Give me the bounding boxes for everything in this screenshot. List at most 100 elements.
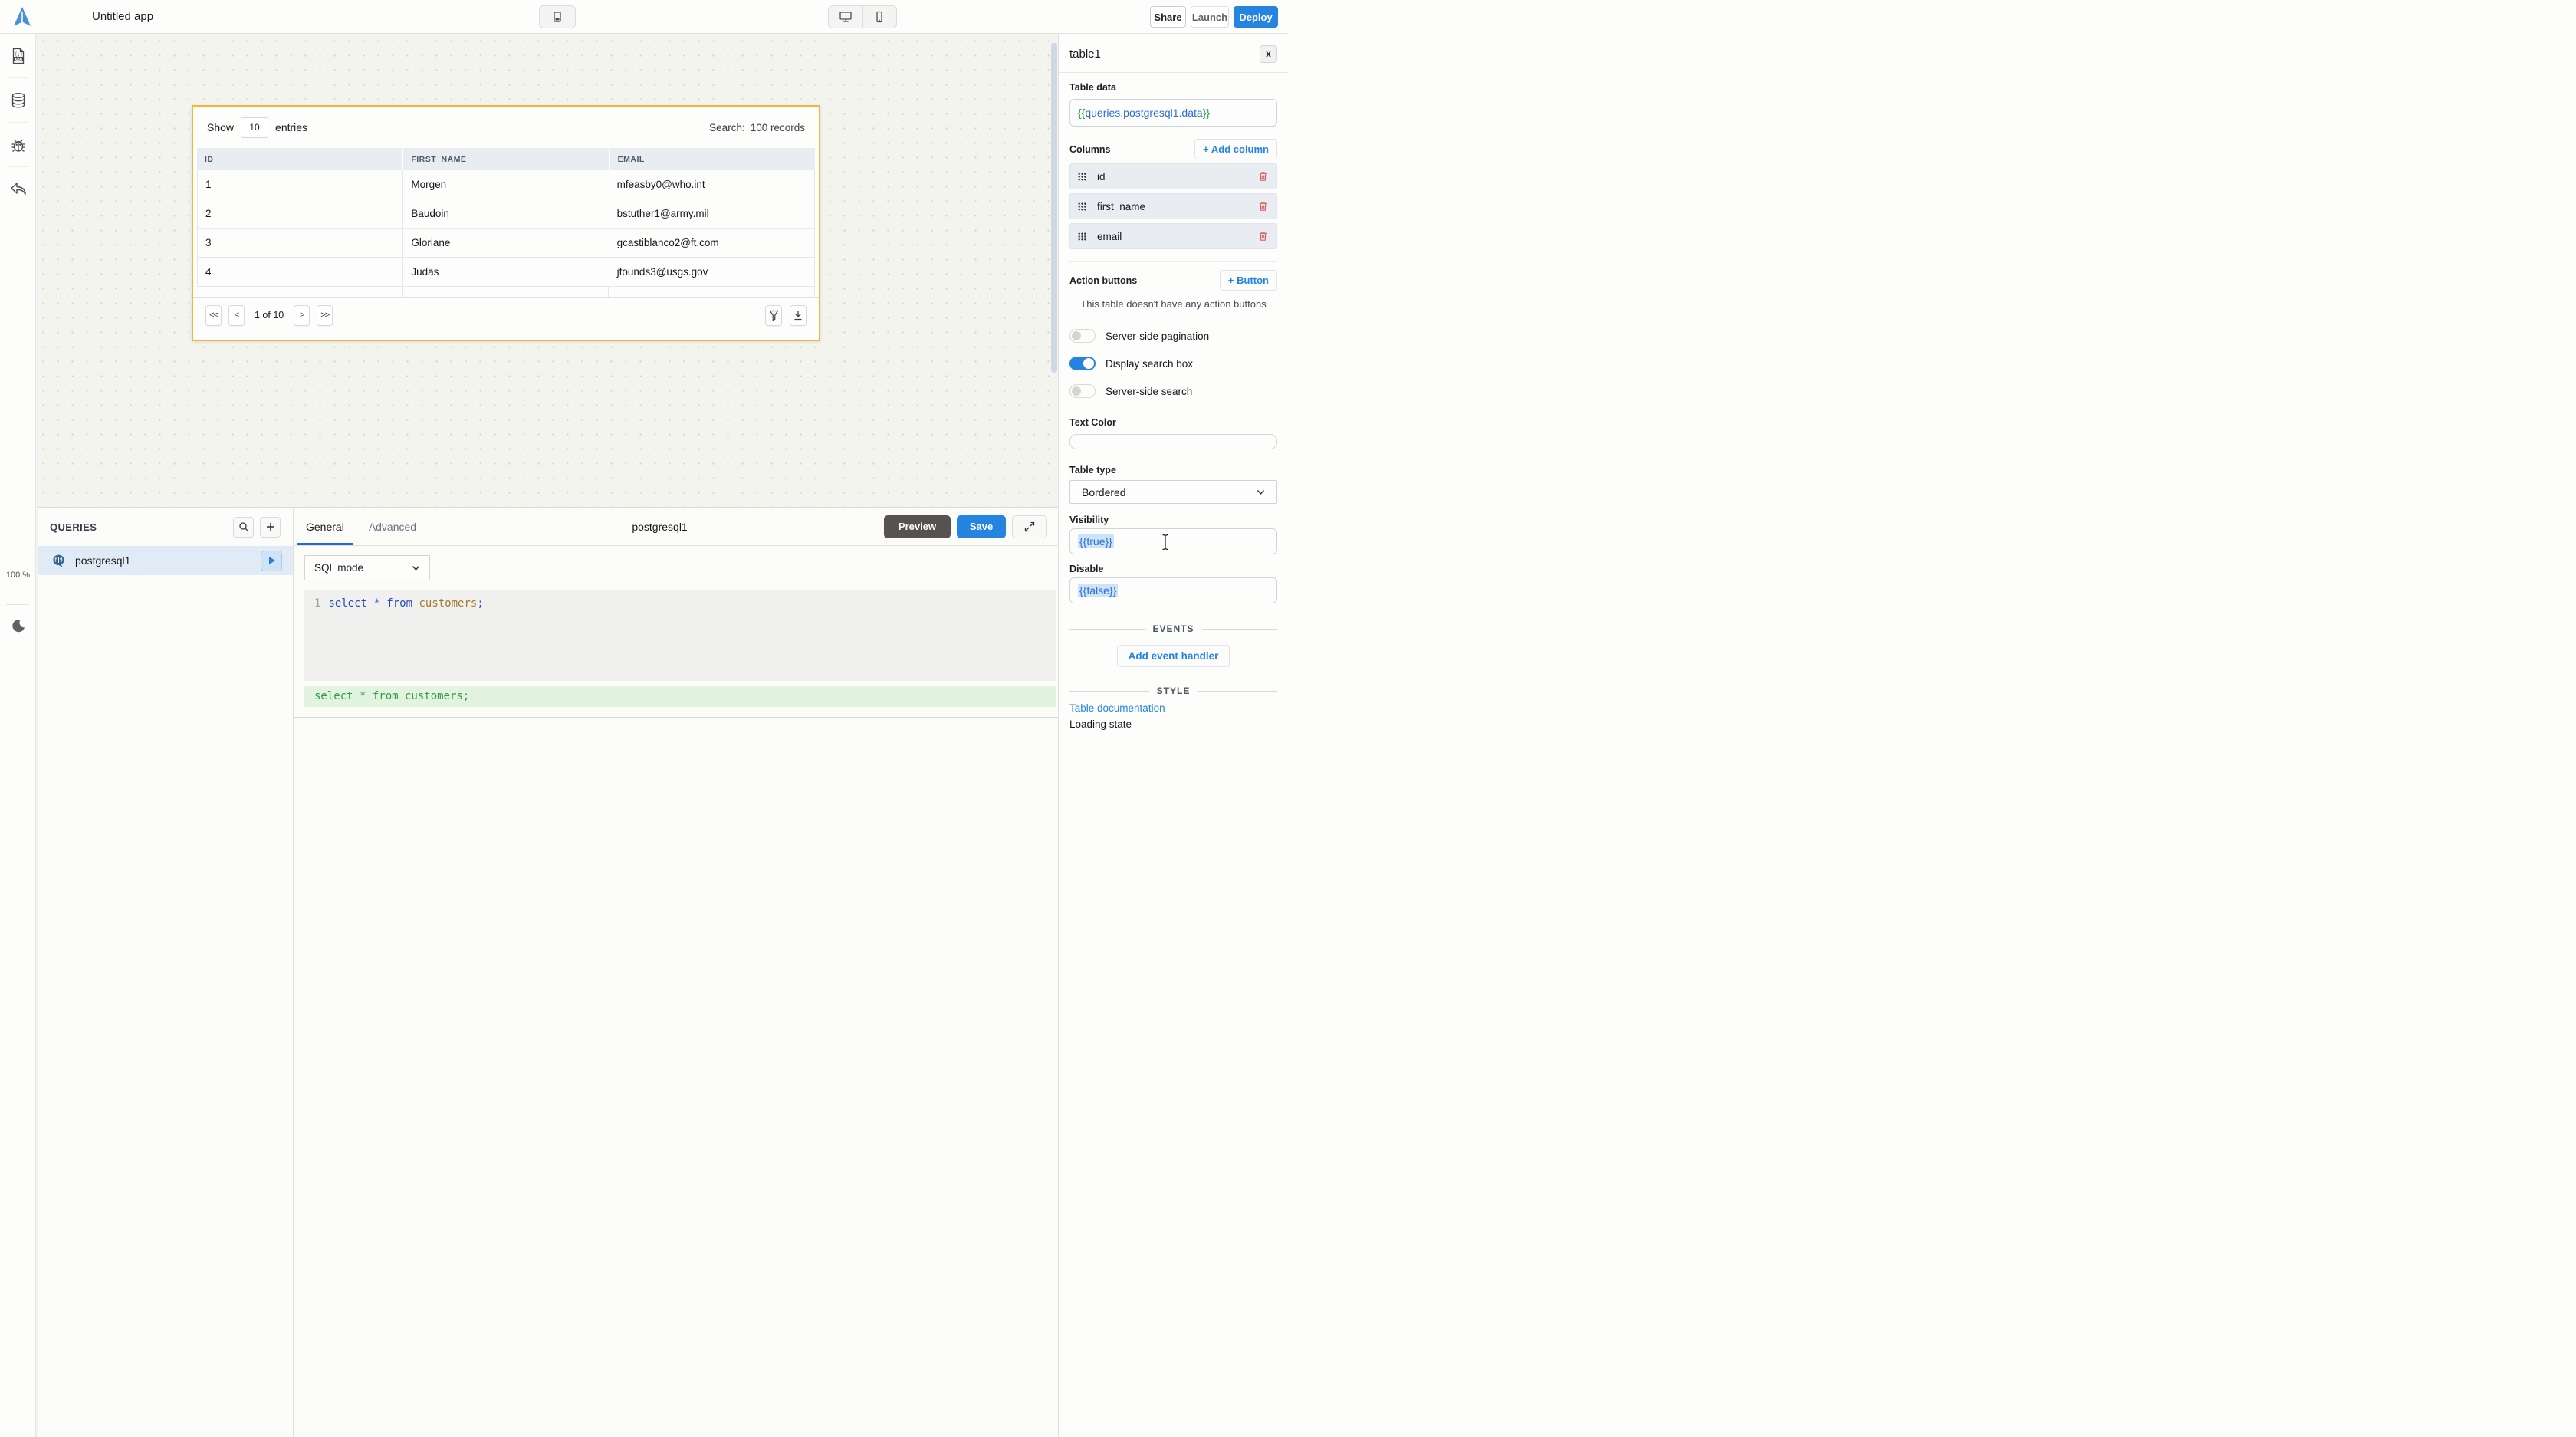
column-name[interactable]: email xyxy=(1097,231,1257,242)
add-column-button[interactable]: + Add column xyxy=(1194,139,1277,159)
sql-mode-select[interactable]: SQL mode xyxy=(304,555,430,580)
query-list-item-postgresql1[interactable]: postgresql1 xyxy=(38,546,293,575)
add-action-button[interactable]: + Button xyxy=(1220,270,1277,291)
table-widget[interactable]: Show 10 entries Search: 100 records ID F… xyxy=(192,105,820,341)
expand-editor-button[interactable] xyxy=(1012,515,1047,538)
app-title[interactable]: Untitled app xyxy=(92,10,153,23)
launch-button[interactable]: Launch xyxy=(1191,6,1229,28)
table-data-input[interactable]: {{queries.postgresql1.data}} xyxy=(1070,99,1277,127)
sql-keyword: select xyxy=(328,597,373,610)
column-name[interactable]: first_name xyxy=(1097,201,1257,212)
cell-id[interactable]: 2 xyxy=(197,199,403,228)
records-count[interactable]: 100 records xyxy=(751,122,805,133)
toggle-label: Server-side search xyxy=(1106,386,1192,397)
cell-first-name[interactable]: Morgen xyxy=(403,170,609,199)
table-data-label: Table data xyxy=(1070,82,1277,93)
pagination-first-button[interactable]: << xyxy=(205,305,222,326)
delete-column-icon[interactable] xyxy=(1257,230,1269,242)
cell-first-name[interactable]: Baudoin xyxy=(403,199,609,228)
toggle-knob xyxy=(1072,386,1081,396)
visibility-input[interactable]: {{true}} xyxy=(1070,528,1277,554)
cell-id[interactable]: 3 xyxy=(197,229,403,257)
style-section-label: STYLE xyxy=(1157,686,1191,696)
appsmith-logo-icon[interactable] xyxy=(12,6,33,28)
cell-email[interactable]: jfounds3@usgs.gov xyxy=(610,258,815,286)
drag-handle-icon[interactable] xyxy=(1078,173,1086,181)
disable-input[interactable]: {{false}} xyxy=(1070,577,1277,603)
panel-divider xyxy=(1070,261,1277,262)
left-sidebar: {;}JSON 100 % xyxy=(0,34,36,1437)
server-side-search-toggle[interactable] xyxy=(1070,384,1096,398)
column-item-first-name[interactable]: first_name xyxy=(1070,193,1277,219)
page-size-input[interactable]: 10 xyxy=(241,117,268,138)
pagination-prev-button[interactable]: < xyxy=(228,305,245,326)
table-type-value: Bordered xyxy=(1082,486,1126,498)
canvas-scrollbar[interactable] xyxy=(1051,43,1057,373)
preview-button[interactable]: Preview xyxy=(884,515,951,538)
cell-email[interactable]: bstuther1@army.mil xyxy=(610,199,815,228)
table-row[interactable]: 2 Baudoin bstuther1@army.mil xyxy=(197,199,815,229)
svg-text:JSON: JSON xyxy=(15,57,24,61)
undo-nav-button[interactable] xyxy=(0,167,36,211)
query-title[interactable]: postgresql1 xyxy=(435,508,884,545)
deploy-button[interactable]: Deploy xyxy=(1234,6,1278,28)
display-search-box-toggle[interactable] xyxy=(1070,357,1096,370)
postgresql-icon xyxy=(51,554,66,568)
column-name[interactable]: id xyxy=(1097,171,1257,183)
cell-id[interactable]: 4 xyxy=(197,258,403,286)
search-icon xyxy=(238,521,249,532)
datasources-nav-button[interactable] xyxy=(0,78,36,122)
drag-handle-icon[interactable] xyxy=(1078,202,1086,211)
canvas-size-tablet-button[interactable] xyxy=(539,5,576,28)
debugger-nav-button[interactable] xyxy=(0,123,36,166)
drag-handle-icon[interactable] xyxy=(1078,232,1086,241)
delete-column-icon[interactable] xyxy=(1257,200,1269,212)
filter-button[interactable] xyxy=(765,305,782,326)
evaluated-query-line: select * from customers; xyxy=(304,686,1056,707)
column-item-email[interactable]: email xyxy=(1070,223,1277,249)
json-file-nav-button[interactable]: {;}JSON xyxy=(0,34,36,77)
delete-column-icon[interactable] xyxy=(1257,170,1269,183)
run-query-button[interactable] xyxy=(261,551,282,571)
cell-empty xyxy=(197,287,403,297)
close-property-pane-button[interactable]: x xyxy=(1260,45,1277,63)
zoom-level-indicator: 100 % xyxy=(0,571,36,580)
save-button[interactable]: Save xyxy=(957,515,1006,538)
cell-first-name[interactable]: Judas xyxy=(403,258,609,286)
queries-panel-title: QUERIES xyxy=(50,521,227,533)
sql-code-editor[interactable]: 1select * from customers; xyxy=(304,590,1056,681)
pagination-next-button[interactable]: > xyxy=(294,305,310,326)
editor-divider xyxy=(294,717,1058,718)
mustache-close: }} xyxy=(1203,107,1210,119)
canvas-size-desktop-button[interactable] xyxy=(829,6,863,28)
share-button[interactable]: Share xyxy=(1150,6,1186,28)
column-header-email[interactable]: EMAIL xyxy=(610,148,815,170)
tab-advanced[interactable]: Advanced xyxy=(356,508,429,545)
table-row[interactable]: 3 Gloriane gcastiblanco2@ft.com xyxy=(197,229,815,258)
add-event-handler-button[interactable]: Add event handler xyxy=(1117,645,1230,667)
search-queries-button[interactable] xyxy=(233,517,254,538)
table-row[interactable]: 4 Judas jfounds3@usgs.gov xyxy=(197,258,815,287)
column-header-first-name[interactable]: FIRST_NAME xyxy=(403,148,610,170)
cell-email[interactable]: mfeasby0@who.int xyxy=(610,170,815,199)
table-documentation-link[interactable]: Table documentation xyxy=(1070,702,1277,714)
column-item-id[interactable]: id xyxy=(1070,163,1277,189)
text-color-input[interactable] xyxy=(1070,434,1277,449)
server-side-pagination-toggle[interactable] xyxy=(1070,329,1096,343)
table-row[interactable]: 1 Morgen mfeasby0@who.int xyxy=(197,170,815,199)
cell-first-name[interactable]: Gloriane xyxy=(403,229,609,257)
pagination-last-button[interactable]: >> xyxy=(317,305,333,326)
cell-id[interactable]: 1 xyxy=(197,170,403,199)
theme-toggle-button[interactable] xyxy=(0,618,36,633)
tab-general[interactable]: General xyxy=(294,508,356,545)
visibility-value: {{true}} xyxy=(1078,534,1114,548)
widget-name[interactable]: table1 xyxy=(1070,48,1101,61)
column-header-id[interactable]: ID xyxy=(197,148,403,170)
add-query-button[interactable] xyxy=(260,517,281,538)
chevron-down-icon xyxy=(1257,489,1265,495)
canvas-size-mobile-button[interactable] xyxy=(863,6,897,28)
cell-email[interactable]: gcastiblanco2@ft.com xyxy=(610,229,815,257)
toggle-knob xyxy=(1083,358,1094,369)
table-type-select[interactable]: Bordered xyxy=(1070,480,1277,504)
download-button[interactable] xyxy=(790,305,807,326)
